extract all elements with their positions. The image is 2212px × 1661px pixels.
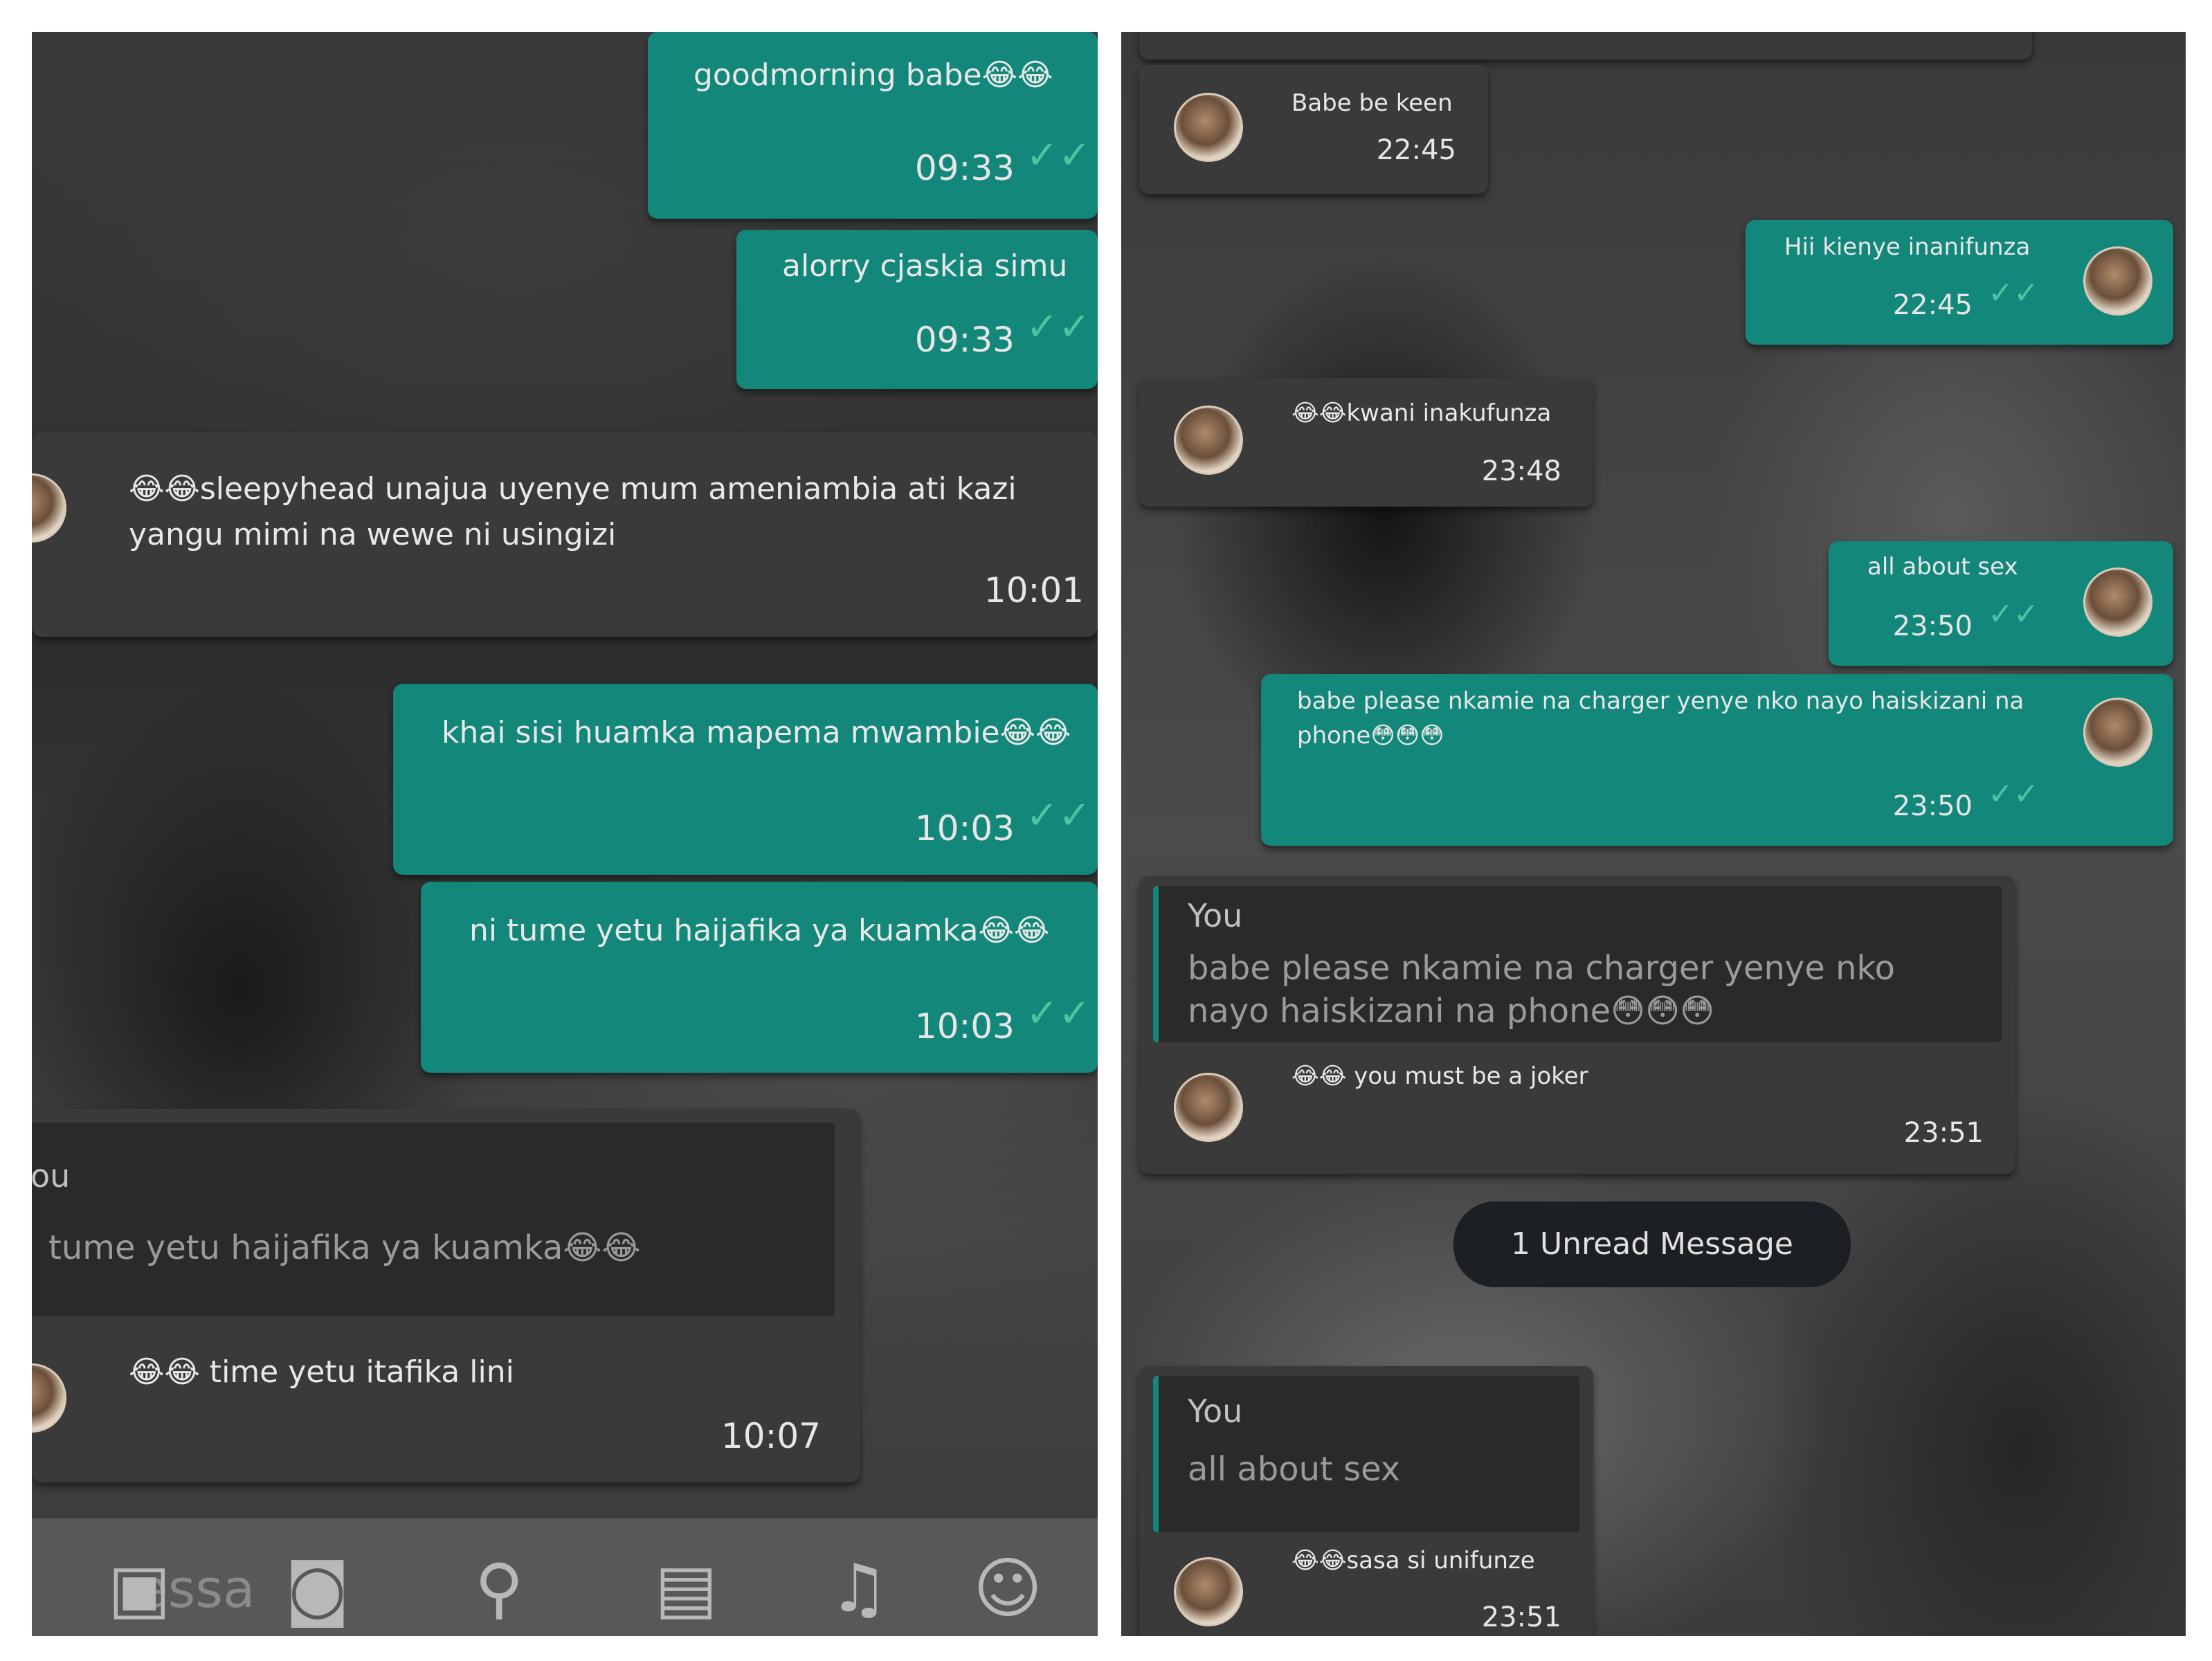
message-text: 😂😂kwani inakufunza bbox=[1291, 399, 1552, 427]
message-time: 23:51 bbox=[1481, 1601, 1561, 1633]
read-ticks-icon: ✓✓ bbox=[1026, 133, 1091, 178]
quote-text: babe please nkamie na charger yenye nko … bbox=[1188, 949, 1895, 1031]
avatar bbox=[32, 473, 66, 543]
read-ticks-icon: ✓✓ bbox=[1026, 793, 1091, 838]
message-time: 10:01 bbox=[983, 570, 1084, 610]
gallery-icon[interactable]: ▣ bbox=[108, 1550, 171, 1626]
message-time: 23:48 bbox=[1481, 455, 1561, 487]
message-time: 10:07 bbox=[720, 1416, 821, 1456]
avatar bbox=[1174, 1557, 1243, 1626]
read-ticks-icon: ✓✓ bbox=[1026, 305, 1091, 350]
chat-screenshot-right: Babe be keen 22:45 Hii kienye inanifunza… bbox=[1121, 32, 2186, 1636]
message-text: Hii kienye inanifunza bbox=[1784, 233, 2031, 261]
quote-author: ou bbox=[32, 1157, 71, 1195]
message-text: 😂😂 time yetu itafika lini bbox=[129, 1354, 514, 1390]
camera-icon[interactable]: ◙ bbox=[285, 1550, 350, 1626]
contact-icon[interactable]: ▤ bbox=[655, 1550, 718, 1626]
incoming-reply-message[interactable]: You babe please nkamie na charger yenye … bbox=[1139, 876, 2015, 1174]
avatar bbox=[32, 1363, 66, 1433]
avatar bbox=[1174, 406, 1243, 475]
incoming-reply-message[interactable]: You all about sex 😂😂sasa si unifunze 23:… bbox=[1139, 1366, 1593, 1636]
message-time: 10:03 bbox=[914, 808, 1015, 848]
message-text: alorry cjaskia simu bbox=[782, 248, 1068, 284]
unread-messages-divider: 1 Unread Message bbox=[1453, 1201, 1851, 1287]
avatar bbox=[2083, 246, 2152, 316]
message-text: goodmorning babe😂😂 bbox=[693, 57, 1053, 93]
outgoing-message[interactable]: all about sex 23:50 ✓✓ bbox=[1829, 541, 2173, 666]
attachment-bar: essa ▣ ◙ ⚲ ▤ ♫ ☺ bbox=[32, 1518, 1098, 1636]
message-text: babe please nkamie na charger yenye nko … bbox=[1297, 687, 2024, 750]
location-icon[interactable]: ⚲ bbox=[475, 1550, 523, 1626]
outgoing-message[interactable]: ni tume yetu haijafika ya kuamka😂😂 10:03… bbox=[421, 882, 1098, 1073]
message-time: 09:33 bbox=[914, 320, 1015, 360]
read-ticks-icon: ✓✓ bbox=[1026, 991, 1091, 1036]
avatar bbox=[1174, 1073, 1243, 1142]
incoming-message[interactable]: Babe be keen 22:45 bbox=[1139, 65, 1488, 194]
message-text: all about sex bbox=[1867, 553, 2018, 581]
message-text: Babe be keen bbox=[1291, 89, 1453, 117]
message-time: 10:03 bbox=[914, 1006, 1015, 1046]
message-time: 22:45 bbox=[1376, 134, 1456, 166]
avatar bbox=[2083, 698, 2152, 767]
avatar bbox=[1174, 93, 1243, 162]
message-time: 23:50 bbox=[1892, 790, 1973, 822]
message-text: 😂😂sasa si unifunze bbox=[1291, 1547, 1535, 1574]
message-time: 23:50 bbox=[1892, 610, 1973, 642]
incoming-message[interactable]: 😂😂sleepyhead unajua uyenye mum ameniambi… bbox=[32, 432, 1098, 637]
outgoing-message[interactable]: goodmorning babe😂😂 09:33 ✓✓ bbox=[648, 32, 1098, 219]
quoted-message[interactable]: You all about sex bbox=[1153, 1376, 1579, 1532]
message-text: 😂😂 you must be a joker bbox=[1291, 1062, 1588, 1090]
quoted-message[interactable]: ou tume yetu haijafika ya kuamka😂😂 bbox=[32, 1123, 835, 1316]
read-ticks-icon: ✓✓ bbox=[1988, 275, 2039, 311]
music-icon[interactable]: ♫ bbox=[829, 1550, 889, 1626]
incoming-message-partial bbox=[1139, 32, 2032, 60]
message-text: 😂😂sleepyhead unajua uyenye mum ameniambi… bbox=[129, 471, 1017, 552]
quote-text: all about sex bbox=[1188, 1450, 1401, 1489]
read-ticks-icon: ✓✓ bbox=[1988, 777, 2039, 812]
quote-author: You bbox=[1188, 1392, 1243, 1430]
quote-author: You bbox=[1188, 897, 1243, 934]
message-time: 22:45 bbox=[1892, 289, 1973, 321]
emoji-icon[interactable]: ☺ bbox=[973, 1550, 1042, 1626]
quote-text: tume yetu haijafika ya kuamka😂😂 bbox=[48, 1228, 641, 1267]
read-ticks-icon: ✓✓ bbox=[1988, 597, 2039, 632]
outgoing-message[interactable]: Hii kienye inanifunza 22:45 ✓✓ bbox=[1746, 220, 2173, 345]
outgoing-message[interactable]: alorry cjaskia simu 09:33 ✓✓ bbox=[736, 230, 1098, 389]
message-text: ni tume yetu haijafika ya kuamka😂😂 bbox=[469, 913, 1050, 948]
message-time: 23:51 bbox=[1903, 1117, 1984, 1149]
incoming-reply-message[interactable]: ou tume yetu haijafika ya kuamka😂😂 😂😂 ti… bbox=[32, 1109, 860, 1482]
quoted-message[interactable]: You babe please nkamie na charger yenye … bbox=[1153, 886, 2002, 1042]
outgoing-message[interactable]: khai sisi huamka mapema mwambie😂😂 10:03 … bbox=[393, 684, 1098, 875]
message-time: 09:33 bbox=[914, 148, 1015, 188]
outgoing-message[interactable]: babe please nkamie na charger yenye nko … bbox=[1261, 674, 2173, 846]
chat-screenshot-left: goodmorning babe😂😂 09:33 ✓✓ alorry cjask… bbox=[32, 32, 1098, 1636]
message-text: khai sisi huamka mapema mwambie😂😂 bbox=[442, 715, 1071, 750]
avatar bbox=[2083, 568, 2152, 637]
incoming-message[interactable]: 😂😂kwani inakufunza 23:48 bbox=[1139, 378, 1593, 507]
